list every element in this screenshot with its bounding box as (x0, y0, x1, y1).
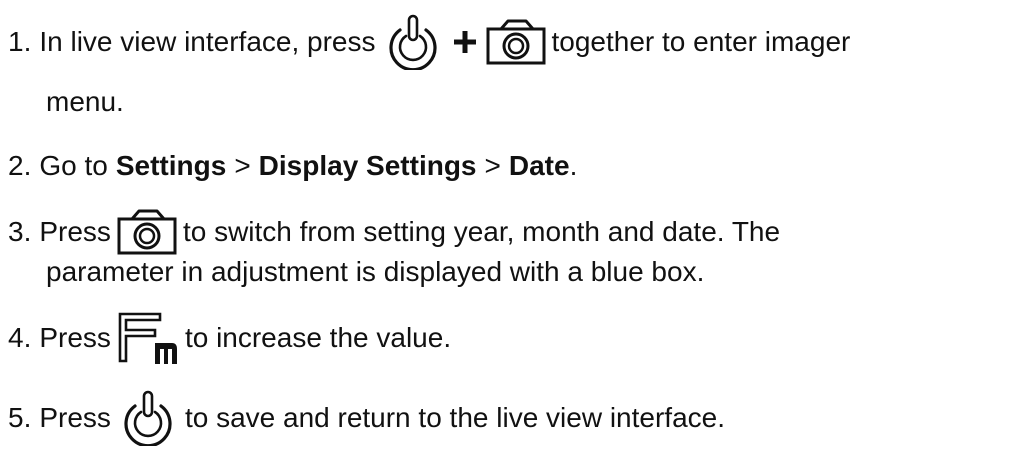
step-5: 5. Press to save and return to the live … (8, 390, 725, 446)
camera-button-icon (486, 19, 546, 65)
step-1-text-after: together to enter imager (551, 26, 851, 57)
step-1-continuation-line: menu. (46, 82, 124, 122)
step-3-text-before: Press (39, 216, 111, 247)
step-2: 2. Go to Settings > Display Settings > D… (8, 138, 577, 194)
step-5-text-before: Press (39, 402, 111, 433)
path-separator: > (234, 150, 251, 181)
step-1-number: 1. (8, 26, 32, 57)
power-button-icon (382, 14, 444, 70)
step-3-number: 3. (8, 216, 32, 247)
power-button-icon (117, 390, 179, 446)
step-3-continuation: parameter in adjustment is displayed wit… (46, 256, 705, 287)
camera-button-icon (117, 209, 177, 255)
step-1: 1. In live view interface, press togethe… (8, 14, 850, 70)
step-1-continuation: menu. (46, 86, 124, 117)
step-3-text-after: to switch from setting year, month and d… (182, 216, 781, 247)
step-2-number: 2. (8, 150, 32, 181)
instruction-steps: 1. In live view interface, press togethe… (0, 0, 1018, 472)
step-4-text-after: to increase the value. (184, 322, 452, 353)
step-4-text-before: Press (39, 322, 111, 353)
menu-path-settings: Settings (115, 150, 227, 181)
plus-icon (452, 29, 478, 55)
fn-button-icon (117, 311, 179, 365)
step-2-suffix: . (569, 150, 578, 181)
step-4-number: 4. (8, 322, 32, 353)
step-3-continuation-line: parameter in adjustment is displayed wit… (46, 252, 704, 292)
step-5-number: 5. (8, 402, 32, 433)
step-1-text-before: In live view interface, press (39, 26, 376, 57)
path-separator: > (484, 150, 501, 181)
menu-path-date: Date (508, 150, 570, 181)
step-2-prefix: Go to (39, 150, 108, 181)
menu-path-display-settings: Display Settings (258, 150, 477, 181)
step-4: 4. Press to increase the value. (8, 310, 451, 366)
step-5-text-after: to save and return to the live view inte… (184, 402, 726, 433)
